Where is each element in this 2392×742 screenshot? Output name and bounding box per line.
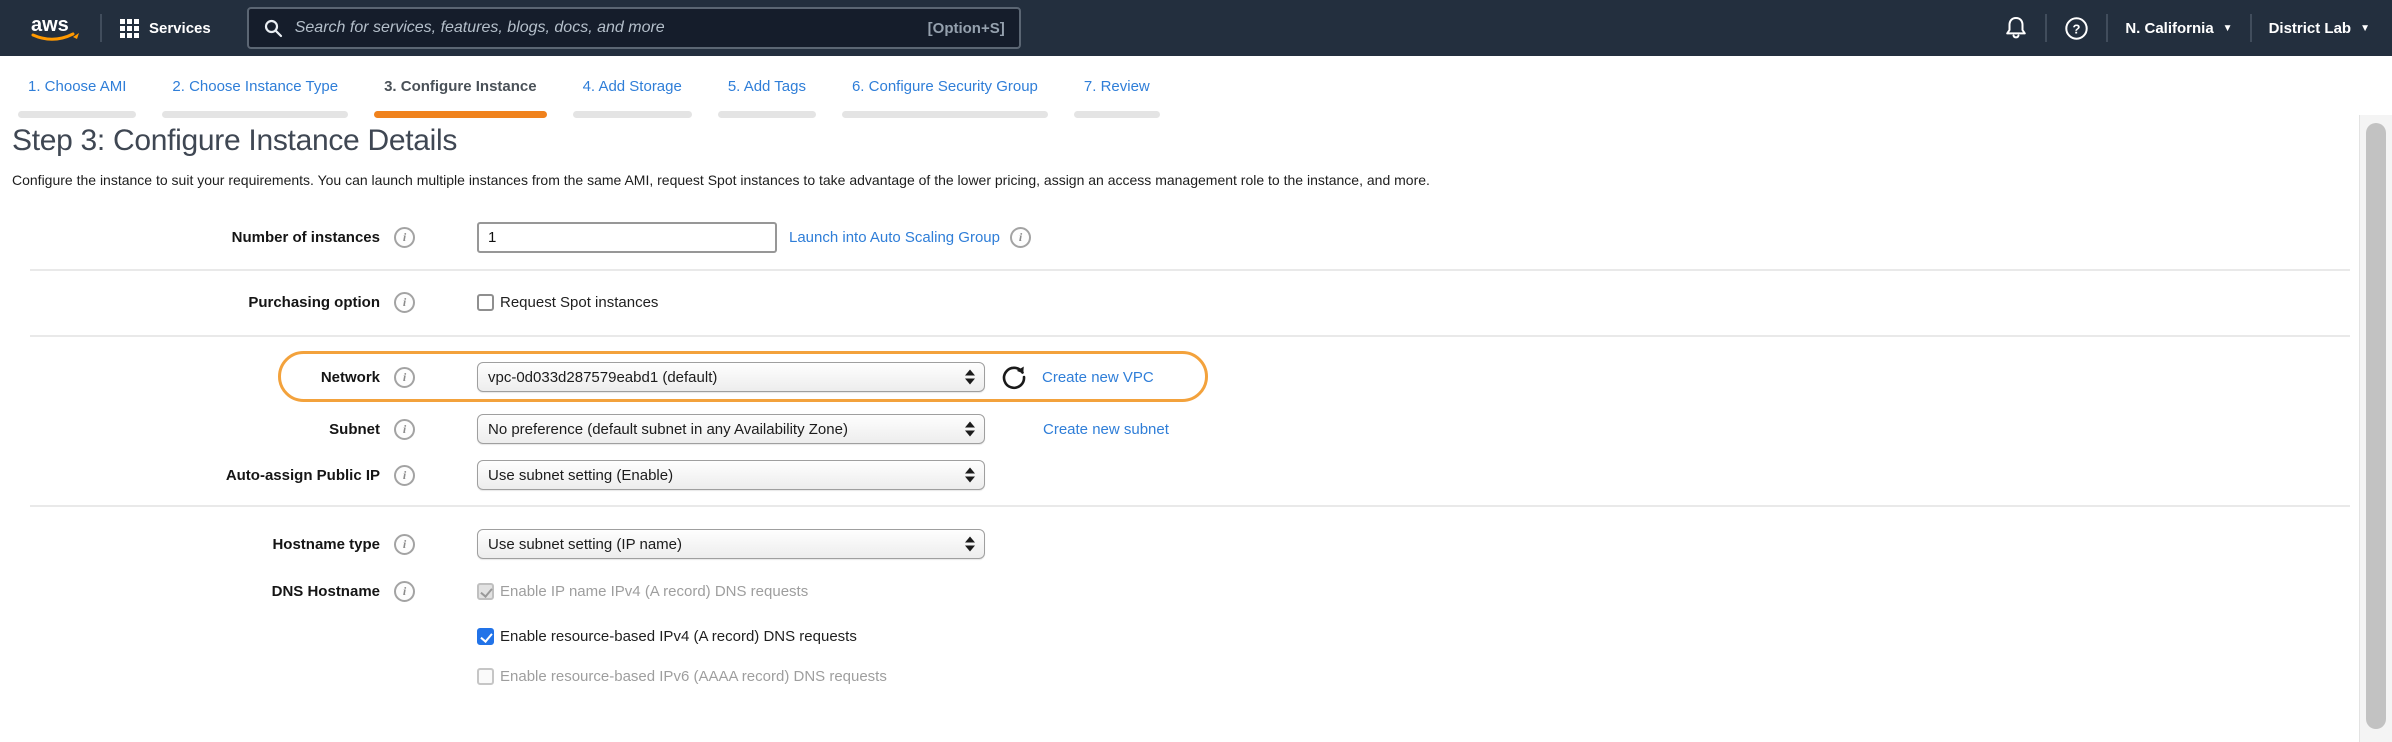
row-auto-assign-public-ip: Auto-assign Public IP i Use subnet setti… [0, 458, 985, 492]
enable-resource-based-ipv4-dns-label: Enable resource-based IPv4 (A record) DN… [500, 628, 857, 645]
aws-logo-text: aws [31, 14, 69, 36]
enable-resource-based-ipv4-dns-checkbox[interactable] [477, 628, 494, 645]
region-label: N. California [2125, 20, 2213, 37]
hostname-type-selected-option: Use subnet setting (IP name) [488, 536, 682, 553]
tab-configure-instance[interactable]: 3. Configure Instance [374, 78, 547, 118]
section-divider [30, 505, 2350, 507]
auto-assign-public-ip-select[interactable]: Use subnet setting (Enable) [477, 460, 985, 490]
purchasing-option-label: Purchasing option [0, 294, 380, 311]
row-subnet: Subnet i No preference (default subnet i… [0, 412, 1169, 446]
refresh-icon [1000, 363, 1028, 391]
search-placeholder: Search for services, features, blogs, do… [295, 19, 916, 37]
chevron-down-icon: ▼ [2223, 23, 2233, 34]
subnet-label: Subnet [0, 421, 380, 438]
select-updown-arrows-icon [965, 370, 975, 385]
nav-divider [2106, 14, 2108, 42]
row-dns-hostname: DNS Hostname i Enable IP name IPv4 (A re… [0, 574, 808, 608]
network-label: Network [0, 369, 380, 386]
auto-assign-public-ip-selected-option: Use subnet setting (Enable) [488, 467, 673, 484]
info-icon[interactable]: i [394, 534, 415, 555]
info-icon[interactable]: i [394, 419, 415, 440]
request-spot-instances-checkbox[interactable] [477, 294, 494, 311]
enable-ip-name-ipv4-dns-label: Enable IP name IPv4 (A record) DNS reque… [500, 583, 808, 600]
request-spot-instances-label: Request Spot instances [500, 294, 658, 311]
dns-hostname-label: DNS Hostname [0, 583, 380, 600]
nav-divider [2250, 14, 2252, 42]
account-menu[interactable]: District Lab ▼ [2269, 20, 2370, 37]
info-icon[interactable]: i [394, 292, 415, 313]
vertical-scrollbar-thumb[interactable] [2366, 123, 2386, 729]
tab-choose-instance-type[interactable]: 2. Choose Instance Type [162, 78, 348, 118]
network-selected-option: vpc-0d033d287579eabd1 (default) [488, 369, 717, 386]
tab-configure-security-group[interactable]: 6. Configure Security Group [842, 78, 1048, 118]
tab-review[interactable]: 7. Review [1074, 78, 1160, 118]
section-divider [30, 269, 2350, 271]
chevron-down-icon: ▼ [2360, 23, 2370, 34]
hostname-type-label: Hostname type [0, 536, 380, 553]
region-selector[interactable]: N. California ▼ [2125, 20, 2232, 37]
question-mark-icon: ? [2064, 16, 2089, 41]
subnet-selected-option: No preference (default subnet in any Ava… [488, 421, 848, 438]
wizard-step-tabs: 1. Choose AMI 2. Choose Instance Type 3.… [18, 56, 1160, 118]
nav-right-cluster: ? N. California ▼ District Lab ▼ [2004, 14, 2370, 42]
network-select[interactable]: vpc-0d033d287579eabd1 (default) [477, 362, 985, 392]
services-label: Services [149, 20, 211, 37]
auto-assign-public-ip-label: Auto-assign Public IP [0, 467, 380, 484]
number-of-instances-label: Number of instances [0, 229, 380, 246]
select-updown-arrows-icon [965, 422, 975, 437]
nav-divider [2045, 14, 2047, 42]
row-network: Network i vpc-0d033d287579eabd1 (default… [0, 360, 1154, 394]
launch-into-auto-scaling-group-link[interactable]: Launch into Auto Scaling Group [789, 229, 1000, 246]
services-grid-icon [120, 19, 139, 38]
page-title: Step 3: Configure Instance Details [12, 124, 457, 158]
subnet-select[interactable]: No preference (default subnet in any Ava… [477, 414, 985, 444]
hostname-type-select[interactable]: Use subnet setting (IP name) [477, 529, 985, 559]
enable-resource-based-ipv6-dns-checkbox [477, 668, 494, 685]
search-icon [263, 18, 283, 38]
notifications-bell-button[interactable] [2004, 15, 2028, 41]
info-icon[interactable]: i [394, 465, 415, 486]
row-resource-based-ipv4-dns: Enable resource-based IPv4 (A record) DN… [0, 619, 857, 653]
info-icon[interactable]: i [1010, 227, 1031, 248]
row-resource-based-ipv6-dns: Enable resource-based IPv6 (AAAA record)… [0, 659, 887, 693]
info-icon[interactable]: i [394, 227, 415, 248]
create-new-vpc-link[interactable]: Create new VPC [1042, 369, 1154, 386]
select-updown-arrows-icon [965, 468, 975, 483]
tab-add-storage[interactable]: 4. Add Storage [573, 78, 692, 118]
aws-logo[interactable]: aws [30, 11, 82, 45]
tab-add-tags[interactable]: 5. Add Tags [718, 78, 816, 118]
create-new-subnet-link[interactable]: Create new subnet [1043, 421, 1169, 438]
info-icon[interactable]: i [394, 367, 415, 388]
row-purchasing-option: Purchasing option i Request Spot instanc… [0, 285, 658, 319]
vertical-scrollbar-track[interactable] [2359, 115, 2392, 742]
enable-ip-name-ipv4-dns-checkbox [477, 583, 494, 600]
global-search-input[interactable]: Search for services, features, blogs, do… [247, 7, 1021, 49]
bell-icon [2004, 15, 2028, 41]
info-icon[interactable]: i [394, 581, 415, 602]
page-description: Configure the instance to suit your requ… [12, 172, 1430, 188]
section-divider [30, 335, 2350, 337]
row-hostname-type: Hostname type i Use subnet setting (IP n… [0, 527, 985, 561]
nav-divider [100, 14, 102, 42]
refresh-vpc-button[interactable] [1000, 363, 1028, 391]
services-menu-button[interactable]: Services [120, 19, 211, 38]
svg-text:?: ? [2073, 21, 2081, 36]
help-button[interactable]: ? [2064, 16, 2089, 41]
top-navigation-bar: aws Services Search for services, featur… [0, 0, 2392, 56]
tab-choose-ami[interactable]: 1. Choose AMI [18, 78, 136, 118]
search-shortcut-hint: [Option+S] [928, 20, 1005, 37]
select-updown-arrows-icon [965, 537, 975, 552]
enable-resource-based-ipv6-dns-label: Enable resource-based IPv6 (AAAA record)… [500, 668, 887, 685]
account-label: District Lab [2269, 20, 2352, 37]
row-number-of-instances: Number of instances i Launch into Auto S… [0, 220, 1031, 254]
number-of-instances-input[interactable] [477, 222, 777, 253]
